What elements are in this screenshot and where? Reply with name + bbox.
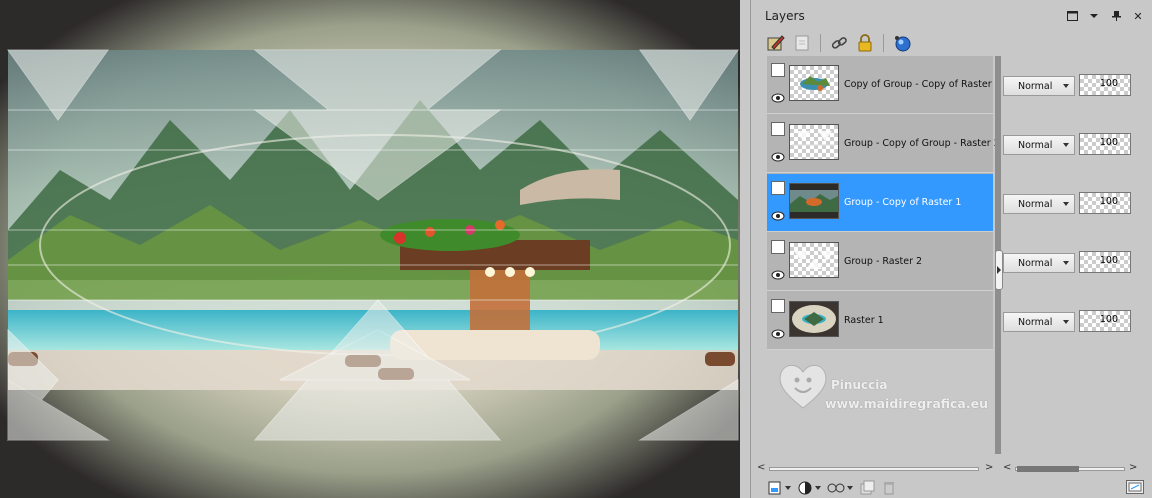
panel-title: Layers: [765, 9, 805, 23]
bottom-toolbar: [767, 480, 897, 496]
layer-thumbnail: [789, 65, 839, 101]
blend-mode-select[interactable]: Normal: [1003, 253, 1075, 273]
edit-layer-icon[interactable]: [765, 32, 787, 54]
layer-thumbnail: [789, 183, 839, 219]
watermark-site: www.maidiregrafica.eu: [825, 396, 988, 411]
layers-list: Copy of Group - Copy of Raster 1 Group -…: [767, 56, 1001, 350]
duplicate-icon[interactable]: [859, 480, 875, 496]
watermark: Pinuccia www.maidiregrafica.eu: [773, 356, 993, 420]
layer-name: Group - Copy of Raster 1: [844, 197, 962, 208]
opacity-value: 100: [1099, 78, 1118, 89]
layer-row[interactable]: Group - Raster 2: [767, 233, 993, 291]
lock-icon[interactable]: [854, 32, 876, 54]
layer-visibility-toggle[interactable]: [771, 181, 785, 195]
image-canvas[interactable]: [0, 0, 740, 498]
chevron-down-icon: [1063, 261, 1069, 265]
chevron-down-icon: [847, 486, 853, 490]
mask-icon[interactable]: [797, 480, 821, 496]
chevron-down-icon: [1063, 143, 1069, 147]
scroll-left-icon[interactable]: <: [1003, 462, 1011, 473]
opacity-value: 100: [1099, 137, 1118, 148]
new-layer-icon[interactable]: [767, 480, 791, 496]
link-icon[interactable]: [828, 32, 850, 54]
layer-controls: Normal 100: [1003, 115, 1133, 173]
opacity-field[interactable]: 100: [1079, 251, 1131, 273]
maximize-icon[interactable]: [1066, 10, 1078, 22]
eye-icon[interactable]: [771, 92, 785, 104]
opacity-field[interactable]: 100: [1079, 133, 1131, 155]
layer-visibility-toggle[interactable]: [771, 122, 785, 136]
chevron-down-icon: [815, 486, 821, 490]
blend-mode-select[interactable]: Normal: [1003, 312, 1075, 332]
layer-name: Raster 1: [844, 315, 884, 326]
layer-properties-icon[interactable]: [791, 32, 813, 54]
splitter-handle[interactable]: [995, 250, 1003, 290]
blend-mode-select[interactable]: Normal: [1003, 135, 1075, 155]
eye-icon[interactable]: [771, 210, 785, 222]
artwork-image: [0, 0, 740, 498]
layer-row[interactable]: Group - Copy of Group - Raster 2: [767, 115, 1000, 173]
blend-mode-value: Normal: [1018, 139, 1053, 151]
heart-logo-icon: [779, 364, 827, 409]
chevron-down-icon: [1063, 320, 1069, 324]
layers-panel: Layers ✕ Copy of Group - Copy of Raster …: [750, 0, 1152, 498]
scroll-thumb[interactable]: [1017, 466, 1079, 472]
scroll-right-icon[interactable]: >: [985, 462, 993, 473]
layer-name: Group - Raster 2: [844, 256, 923, 267]
chevron-down-icon: [1063, 84, 1069, 88]
toolbar-separator: [820, 34, 821, 52]
blend-mode-select[interactable]: Normal: [1003, 194, 1075, 214]
layers-toolbar: [765, 32, 913, 54]
window-controls: ✕: [1066, 10, 1144, 22]
eye-icon[interactable]: [771, 328, 785, 340]
layer-thumbnail: [789, 242, 839, 278]
layer-visibility-toggle[interactable]: [771, 63, 785, 77]
toolbar-separator: [883, 34, 884, 52]
opacity-value: 100: [1099, 255, 1118, 266]
dropdown-icon[interactable]: [1088, 10, 1100, 22]
layer-controls: Normal 100: [1003, 233, 1133, 291]
opacity-value: 100: [1099, 196, 1118, 207]
delete-icon[interactable]: [881, 480, 897, 496]
scroll-track[interactable]: [769, 467, 979, 471]
chevron-down-icon: [785, 486, 791, 490]
adjustment-icon[interactable]: [827, 480, 853, 496]
panel-options-icon[interactable]: [1126, 480, 1144, 494]
watermark-name: Pinuccia: [831, 378, 888, 392]
close-icon[interactable]: ✕: [1132, 10, 1144, 22]
layer-name: Group - Copy of Group - Raster 2: [844, 138, 1000, 149]
globe-icon[interactable]: [891, 32, 913, 54]
opacity-field[interactable]: 100: [1079, 74, 1131, 96]
layer-row[interactable]: Raster 1: [767, 292, 993, 350]
pin-icon[interactable]: [1110, 10, 1122, 22]
layer-thumbnail: [789, 124, 839, 160]
layer-controls: Normal 100: [1003, 174, 1133, 232]
controls-hscrollbar[interactable]: < >: [1003, 462, 1137, 476]
layer-visibility-toggle[interactable]: [771, 240, 785, 254]
layer-controls: Normal 100: [1003, 292, 1133, 350]
opacity-field[interactable]: 100: [1079, 192, 1131, 214]
blend-mode-value: Normal: [1018, 257, 1053, 269]
layer-name: Copy of Group - Copy of Raster 1: [844, 79, 1001, 90]
scroll-left-icon[interactable]: <: [757, 462, 765, 473]
layer-row-selected[interactable]: Group - Copy of Raster 1: [767, 174, 993, 232]
layer-thumbnail: [789, 301, 839, 337]
chevron-down-icon: [1063, 202, 1069, 206]
layer-visibility-toggle[interactable]: [771, 299, 785, 313]
blend-mode-value: Normal: [1018, 198, 1053, 210]
eye-icon[interactable]: [771, 151, 785, 163]
eye-icon[interactable]: [771, 269, 785, 281]
opacity-field[interactable]: 100: [1079, 310, 1131, 332]
layer-controls: Normal 100: [1003, 56, 1133, 114]
blend-mode-select[interactable]: Normal: [1003, 76, 1075, 96]
layer-row[interactable]: Copy of Group - Copy of Raster 1: [767, 56, 1001, 114]
blend-mode-value: Normal: [1018, 316, 1053, 328]
opacity-value: 100: [1099, 314, 1118, 325]
scroll-right-icon[interactable]: >: [1129, 462, 1137, 473]
layers-hscrollbar[interactable]: < >: [757, 462, 993, 476]
blend-mode-value: Normal: [1018, 80, 1053, 92]
